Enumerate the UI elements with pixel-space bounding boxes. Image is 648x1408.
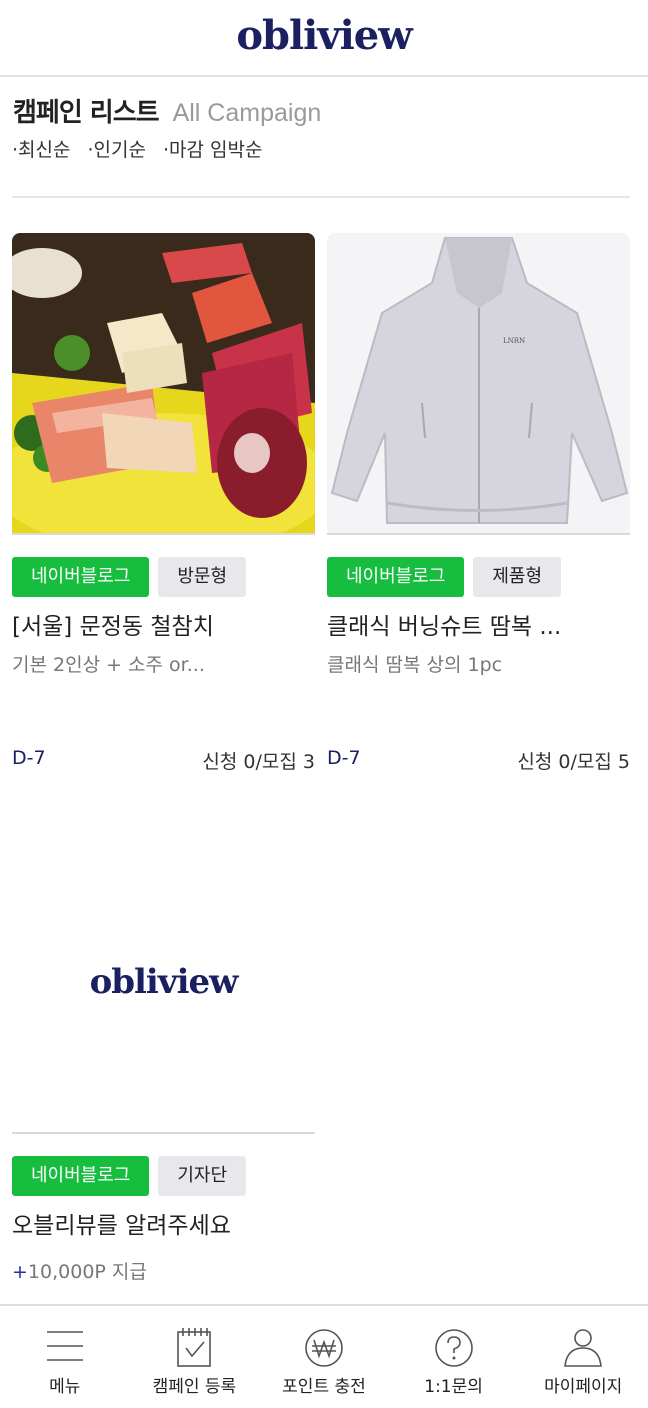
- nav-menu[interactable]: 메뉴: [0, 1306, 130, 1408]
- type-tag: 방문형: [158, 557, 247, 597]
- d-day-label: D-7: [327, 747, 361, 769]
- campaign-title[interactable]: 클래식 버닝슈트 땀복 ...: [327, 607, 630, 641]
- question-circle-icon: [434, 1329, 473, 1367]
- sort-deadline[interactable]: ·마감 임박순: [163, 135, 262, 162]
- platform-tag: 네이버블로그: [12, 1156, 150, 1196]
- user-icon: [564, 1329, 603, 1367]
- nav-label: 1:1문의: [424, 1377, 483, 1397]
- page-title: 캠페인 리스트: [13, 98, 160, 128]
- point-amount: 10,000P 지급: [27, 1261, 147, 1283]
- brand-logo[interactable]: obliview: [0, 12, 648, 59]
- obliview-logo: obliview: [89, 962, 239, 1002]
- platform-tag: 네이버블로그: [12, 557, 150, 597]
- campaign-thumbnail[interactable]: obliview: [12, 832, 315, 1134]
- nav-label: 마이페이지: [544, 1377, 623, 1397]
- campaign-card[interactable]: 네이버블로그 방문형 [서울] 문정동 철참치 기본 2인상 + 소주 or..…: [12, 233, 315, 773]
- nav-label: 메뉴: [49, 1377, 81, 1397]
- jacket-photo: LNRN: [327, 233, 630, 533]
- campaign-thumbnail[interactable]: LNRN: [327, 233, 630, 535]
- nav-label: 캠페인 등록: [152, 1377, 237, 1397]
- campaign-description: 클래식 땀복 상의 1pc: [327, 654, 503, 676]
- tag-group: 네이버블로그 제품형: [327, 557, 562, 597]
- section-heading: 캠페인 리스트 All Campaign: [13, 92, 321, 129]
- campaign-card[interactable]: obliview 네이버블로그 기자단 오블리뷰를 알려주세요 +10,000P…: [12, 832, 315, 1292]
- hamburger-menu-icon: [46, 1331, 83, 1361]
- type-tag: 제품형: [473, 557, 562, 597]
- d-day-label: D-7: [12, 747, 46, 769]
- campaign-title[interactable]: 오블리뷰를 알려주세요: [12, 1206, 315, 1240]
- nav-inquiry[interactable]: 1:1문의: [389, 1306, 519, 1408]
- campaign-description: 기본 2인상 + 소주 or...: [12, 654, 205, 676]
- campaign-title[interactable]: [서울] 문정동 철참치: [12, 607, 315, 641]
- platform-tag: 네이버블로그: [327, 557, 465, 597]
- nav-mypage[interactable]: 마이페이지: [518, 1306, 648, 1408]
- type-tag: 기자단: [158, 1156, 247, 1196]
- sort-popular[interactable]: ·인기순: [87, 135, 145, 162]
- campaign-card[interactable]: LNRN 네이버블로그 제품형 클래식 버닝슈트 땀복 ... 클래식 땀복 상…: [327, 233, 630, 773]
- tag-group: 네이버블로그 기자단: [12, 1156, 247, 1196]
- header: obliview: [0, 0, 648, 77]
- point-reward: +10,000P 지급: [12, 1257, 147, 1284]
- apply-count: 신청 0/모집 3: [202, 751, 315, 773]
- won-coin-icon: [305, 1329, 343, 1367]
- divider: [12, 196, 630, 198]
- nav-label: 포인트 충전: [282, 1377, 366, 1397]
- sort-options: ·최신순 ·인기순 ·마감 임박순: [12, 135, 262, 162]
- nav-campaign-register[interactable]: 캠페인 등록: [130, 1306, 260, 1408]
- product-logo-mark: LNRN: [503, 337, 525, 345]
- bottom-nav: 메뉴 캠페인 등록 포인트 충전 1:1문의 마이페이지: [0, 1304, 648, 1408]
- point-plus: +: [12, 1261, 28, 1283]
- page-subtitle: All Campaign: [172, 99, 322, 127]
- calendar-check-icon: [177, 1328, 212, 1367]
- sashimi-photo: [12, 233, 315, 533]
- campaign-thumbnail[interactable]: [12, 233, 315, 535]
- apply-count: 신청 0/모집 5: [517, 751, 630, 773]
- sort-latest[interactable]: ·최신순: [12, 135, 70, 162]
- nav-point-charge[interactable]: 포인트 충전: [259, 1306, 389, 1408]
- tag-group: 네이버블로그 방문형: [12, 557, 247, 597]
